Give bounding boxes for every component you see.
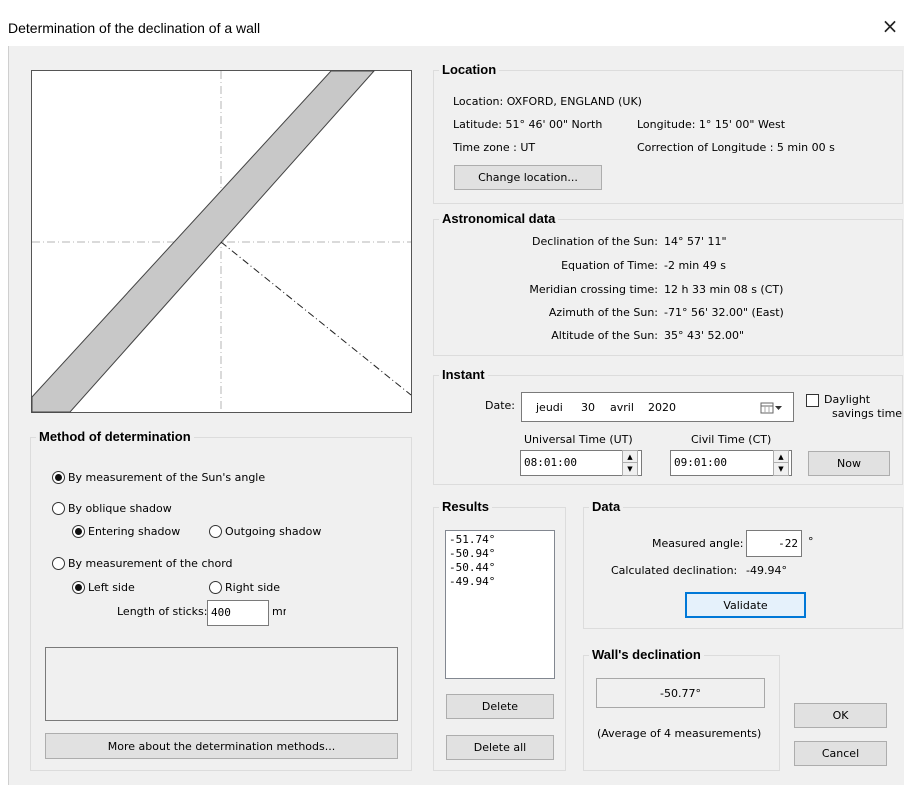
results-list[interactable]: -51.74° -50.94° -50.44° -49.94° [445, 530, 555, 679]
date-month: avril [610, 401, 634, 414]
date-picker[interactable]: jeudi 30 avril 2020 [521, 392, 794, 422]
radio-sun-angle[interactable] [52, 471, 65, 484]
list-item[interactable]: -51.74° [449, 533, 551, 547]
latitude-text: Latitude: 51° 46' 00" North [453, 118, 603, 131]
more-about-methods-button[interactable]: More about the determination methods... [45, 733, 398, 759]
time-zone-text: Time zone : UT [453, 141, 536, 154]
date-weekday: jeudi [536, 401, 563, 414]
spin-down-icon[interactable]: ▼ [774, 463, 788, 475]
list-item[interactable]: -50.44° [449, 561, 551, 575]
label-outgoing-shadow: Outgoing shadow [225, 525, 322, 538]
radio-selected-dot [55, 474, 62, 481]
meridian-crossing-label: Meridian crossing time: [529, 283, 658, 296]
window-title: Determination of the declination of a wa… [8, 20, 261, 36]
sun-azimuth-value: -71° 56' 32.00" (East) [664, 306, 784, 319]
sun-declination-label: Declination of the Sun: [532, 235, 658, 248]
measured-angle-label: Measured angle: [652, 537, 744, 550]
radio-oblique-shadow[interactable] [52, 502, 65, 515]
radio-left-side[interactable] [72, 581, 85, 594]
ut-label: Universal Time (UT) [524, 433, 633, 446]
wall-declination-group [583, 655, 780, 771]
cancel-button[interactable]: Cancel [794, 741, 887, 766]
validate-button[interactable]: Validate [685, 592, 806, 618]
radio-selected-dot [75, 584, 82, 591]
measured-angle-input[interactable]: -22 [746, 530, 802, 557]
sun-declination-value: 14° 57' 11" [664, 235, 727, 248]
method-heading: Method of determination [36, 430, 194, 444]
now-button[interactable]: Now [808, 451, 890, 476]
calculated-declination-value: -49.94° [746, 564, 787, 577]
sticks-unit: mm [272, 605, 286, 618]
label-oblique-shadow: By oblique shadow [68, 502, 172, 515]
radio-chord[interactable] [52, 557, 65, 570]
shadow-diagram [31, 70, 412, 413]
equation-of-time-label: Equation of Time: [561, 259, 658, 272]
label-left-side: Left side [88, 581, 135, 594]
ct-label: Civil Time (CT) [691, 433, 772, 446]
location-heading: Location [439, 63, 500, 77]
instant-heading: Instant [439, 368, 488, 382]
measurement-count-note: (Average of 4 measurements) [597, 727, 762, 740]
data-heading: Data [589, 500, 624, 514]
spin-down-icon[interactable]: ▼ [623, 463, 637, 475]
wall-declination-value-box: -50.77° [596, 678, 765, 708]
daylight-savings-checkbox[interactable] [806, 394, 819, 407]
longitude-correction-text: Correction of Longitude : 5 min 00 s [637, 141, 835, 154]
delete-button[interactable]: Delete [446, 694, 554, 719]
sun-azimuth-label: Azimuth of the Sun: [548, 306, 658, 319]
delete-all-button[interactable]: Delete all [446, 735, 554, 760]
ut-spinner[interactable]: ▲ ▼ [622, 450, 638, 476]
daylight-label-2: savings time [832, 407, 903, 420]
wall-declination-value: -50.77° [660, 686, 701, 700]
date-year: 2020 [648, 401, 676, 414]
calculated-declination-label: Calculated declination: [611, 564, 738, 577]
sticks-length-input[interactable]: 400 [207, 600, 269, 626]
longitude-text: Longitude: 1° 15' 00" West [637, 118, 786, 131]
change-location-button[interactable]: Change location... [454, 165, 602, 190]
sun-altitude-label: Altitude of the Sun: [551, 329, 658, 342]
radio-selected-dot [75, 528, 82, 535]
list-item[interactable]: -50.94° [449, 547, 551, 561]
radio-right-side[interactable] [209, 581, 222, 594]
astronomical-heading: Astronomical data [439, 212, 559, 226]
location-line: Location: OXFORD, ENGLAND (UK) [453, 95, 642, 108]
wall-declination-heading: Wall's declination [589, 648, 704, 662]
meridian-crossing-value: 12 h 33 min 08 s (CT) [664, 283, 784, 296]
close-icon[interactable]: × [880, 15, 900, 37]
label-right-side: Right side [225, 581, 280, 594]
ct-spinner[interactable]: ▲ ▼ [773, 450, 789, 476]
method-description-box [45, 647, 398, 721]
list-item[interactable]: -49.94° [449, 575, 551, 589]
daylight-label-1: Daylight [824, 393, 871, 406]
measured-angle-unit: ° [808, 535, 814, 548]
date-day: 30 [581, 401, 595, 414]
label-entering-shadow: Entering shadow [88, 525, 181, 538]
label-sun-angle: By measurement of the Sun's angle [68, 471, 266, 484]
radio-entering-shadow[interactable] [72, 525, 85, 538]
equation-of-time-value: -2 min 49 s [664, 259, 726, 272]
sun-altitude-value: 35° 43' 52.00" [664, 329, 745, 342]
label-chord: By measurement of the chord [68, 557, 233, 570]
date-label: Date: [485, 399, 515, 412]
ok-button[interactable]: OK [794, 703, 887, 728]
spin-up-icon[interactable]: ▲ [774, 451, 788, 463]
results-heading: Results [439, 500, 492, 514]
radio-outgoing-shadow[interactable] [209, 525, 222, 538]
label-sticks-length: Length of sticks: [117, 605, 208, 618]
spin-up-icon[interactable]: ▲ [623, 451, 637, 463]
window-border [8, 46, 9, 785]
calendar-icon[interactable] [760, 401, 784, 415]
